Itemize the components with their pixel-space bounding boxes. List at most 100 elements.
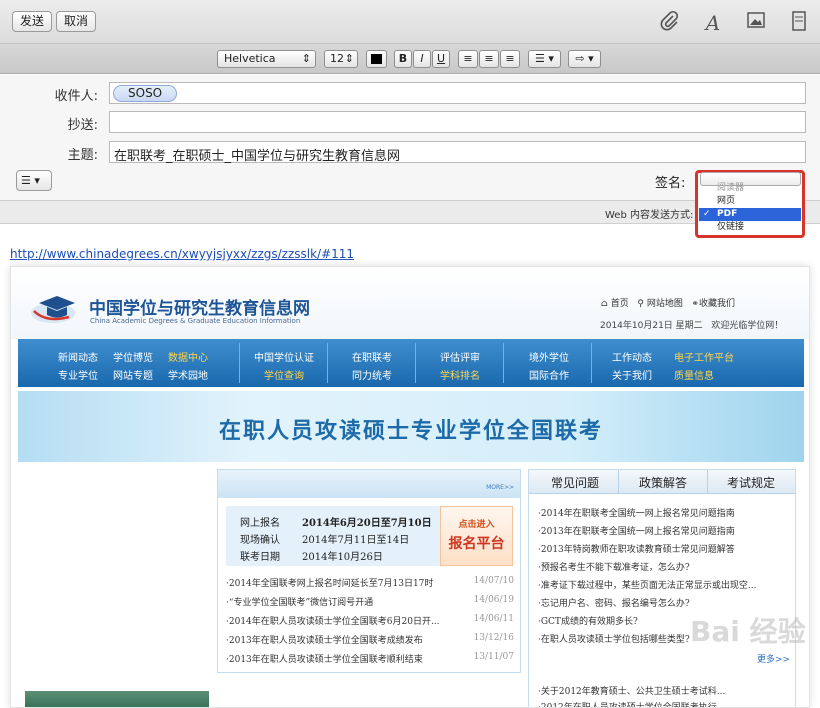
photo-icon[interactable]: [743, 10, 769, 36]
faq-box: 常见问题 政策解答 考试规定 ·2014年在职联考全国统一网上报名常见问题指南 …: [528, 469, 796, 707]
schedule-key: 网上报名: [240, 518, 280, 529]
faq-item[interactable]: ·预报名考生不能下载准考证，怎么办?: [538, 560, 690, 573]
header-options-button[interactable]: ☰ ▾: [16, 170, 52, 191]
schedule-value: 2014年6月20日至7月10日: [302, 518, 432, 529]
subject-value: 在职联考_在职硕士_中国学位与研究生教育信息网: [114, 149, 401, 164]
stationery-icon[interactable]: [786, 10, 812, 36]
compose-toolbar: 发送 取消 A: [0, 0, 820, 44]
page-url-link[interactable]: http://www.chinadegrees.cn/xwyyjsjyxx/zz…: [10, 247, 354, 261]
news-item[interactable]: ·2013年在职人员攻读硕士学位全国联考顺利结束 13/11/07: [226, 652, 514, 665]
more-link[interactable]: MORE>>: [486, 484, 514, 491]
schedule-value: 2014年7月11日至14日: [302, 535, 410, 546]
format-bar: Helvetica ⇕ 12 ⇕ B I U ≡ ≡ ≡ ☰ ▾ ⇨ ▾: [0, 44, 820, 74]
cancel-button[interactable]: 取消: [56, 11, 97, 32]
site-logo-title: 中国学位与研究生教育信息网: [89, 299, 310, 319]
align-center-button[interactable]: ≡: [479, 50, 499, 68]
bookmark-icon: ⚭: [691, 299, 699, 309]
site-header: 中国学位与研究生教育信息网 China Academic Degrees & G…: [11, 267, 809, 339]
faq-more-link[interactable]: 更多>>: [757, 652, 790, 665]
send-button[interactable]: 发送: [12, 11, 53, 32]
home-icon: ⌂: [601, 299, 608, 309]
align-left-button[interactable]: ≡: [458, 50, 478, 68]
schedule-value: 2014年10月26日: [302, 552, 383, 563]
checkmark-icon: ✓: [703, 209, 711, 219]
tab-rules[interactable]: 考试规定: [727, 474, 775, 491]
cc-label: 抄送:: [67, 118, 98, 133]
nav-item[interactable]: 评估评审: [440, 349, 480, 364]
nav-item[interactable]: 学术园地: [168, 367, 208, 382]
cc-field[interactable]: [109, 111, 806, 133]
faq-item[interactable]: ·2014年在职联考全国统一网上报名常见问题指南: [538, 506, 735, 519]
faq-item[interactable]: ·2012年在职人员攻读硕士学位全国联考执行...: [538, 700, 725, 707]
list-button[interactable]: ☰ ▾: [528, 50, 561, 68]
web-send-dropdown: 阅读器 网页 ✓ PDF 仅链接: [695, 170, 805, 238]
sitemap-icon: ⚲: [637, 299, 644, 309]
indent-button[interactable]: ⇨ ▾: [568, 50, 601, 68]
site-banner: 在职人员攻读硕士专业学位全国联考: [18, 391, 804, 462]
banner-title: 在职人员攻读硕士专业学位全国联考: [218, 418, 603, 444]
watermark-logo: Bai 经验: [690, 615, 806, 648]
align-right-button[interactable]: ≡: [500, 50, 520, 68]
dropdown-option-webpage[interactable]: 网页: [699, 195, 801, 208]
registration-box-header: MORE>>: [218, 470, 520, 498]
paperclip-icon[interactable]: [656, 10, 682, 36]
news-item[interactable]: ·2014年全国联考网上报名时间延长至7月13日17时 14/07/10: [226, 576, 514, 589]
news-item[interactable]: ·2014年在职人员攻读硕士学位全国联考6月20日开... 14/06/11: [226, 614, 514, 627]
dropdown-option-pdf[interactable]: ✓ PDF: [699, 208, 801, 221]
nav-item[interactable]: 学位博览: [113, 349, 153, 364]
faq-item[interactable]: ·关于2012年教育硕士、公共卫生硕士考试科...: [538, 684, 725, 697]
faq-item[interactable]: ·GCT成绩的有效期多长?: [538, 614, 638, 627]
dropdown-option-reader: 阅读器: [717, 183, 745, 193]
nav-item[interactable]: 学位查询: [264, 367, 304, 382]
dropdown-option-link-only[interactable]: 仅链接: [699, 221, 801, 234]
home-link[interactable]: 首页: [611, 299, 629, 309]
reg-button-line2: 报名平台: [448, 536, 505, 552]
font-icon[interactable]: A: [700, 10, 726, 36]
nav-item[interactable]: 在职联考: [352, 349, 392, 364]
faq-item[interactable]: ·2013年特岗教师在职攻读教育硕士常见问题解答: [538, 542, 735, 555]
to-label: 收件人:: [54, 89, 98, 104]
faq-item[interactable]: ·忘记用户名、密码、报名编号怎么办?: [538, 596, 690, 609]
registration-platform-button[interactable]: 点击进入 报名平台: [440, 506, 513, 566]
registration-schedule: 网上报名 2014年6月20日至7月10日 现场确认 2014年7月11日至14…: [226, 506, 442, 566]
faq-item[interactable]: ·2013年在职联考全国统一网上报名常见问题指南: [538, 524, 735, 537]
nav-item[interactable]: 网站专题: [113, 367, 153, 382]
tab-policy[interactable]: 政策解答: [639, 474, 687, 491]
italic-button[interactable]: I: [413, 50, 431, 68]
nav-item[interactable]: 数据中心: [168, 349, 208, 364]
sitemap-link[interactable]: 网站地图: [647, 299, 683, 309]
signature-label: 签名:: [655, 176, 686, 191]
nav-item[interactable]: 质量信息: [674, 367, 714, 382]
underline-button[interactable]: U: [432, 50, 450, 68]
bookmark-link[interactable]: 收藏我们: [699, 299, 735, 309]
text-color-button[interactable]: [366, 50, 387, 68]
tab-faq[interactable]: 常见问题: [551, 474, 599, 491]
nav-item[interactable]: 电子工作平台: [674, 349, 734, 364]
nav-item[interactable]: 关于我们: [612, 367, 652, 382]
nav-item[interactable]: 新闻动态: [58, 349, 98, 364]
schedule-key: 联考日期: [240, 552, 280, 563]
faq-item[interactable]: ·在职人员攻读硕士学位包括哪些类型?: [538, 632, 690, 645]
recipient-token[interactable]: SOSO: [113, 85, 178, 102]
nav-item[interactable]: 专业学位: [58, 367, 98, 382]
subject-field[interactable]: 在职联考_在职硕士_中国学位与研究生教育信息网: [109, 141, 806, 164]
nav-item[interactable]: 工作动态: [612, 349, 652, 364]
font-size-select[interactable]: 12 ⇕: [324, 50, 358, 68]
nav-item[interactable]: 同力统考: [352, 367, 392, 382]
nav-item[interactable]: 国际合作: [529, 367, 569, 382]
subject-label: 主题:: [67, 148, 98, 163]
faq-tabs: 常见问题 政策解答 考试规定: [529, 470, 795, 494]
site-nav: 新闻动态 学位博览 数据中心 专业学位 网站专题 学术园地 中国学位认证 学位查…: [18, 339, 804, 387]
news-item[interactable]: ·“专业学位全国联考”微信订阅号开通 14/06/19: [226, 595, 514, 608]
bold-button[interactable]: B: [394, 50, 412, 68]
web-send-label: Web 内容发送方式:: [605, 210, 694, 221]
to-field[interactable]: SOSO: [109, 82, 806, 104]
site-date: 2014年10月21日 星期二 欢迎光临学位网！: [600, 321, 784, 331]
font-family-select[interactable]: Helvetica ⇕: [217, 50, 316, 68]
news-item[interactable]: ·2013年在职人员攻读硕士学位全国联考成绩发布 13/12/16: [226, 633, 514, 646]
faq-item[interactable]: ·准考证下载过程中，某些页面无法正常显示或出现空...: [538, 578, 756, 591]
nav-item[interactable]: 境外学位: [529, 349, 569, 364]
reg-button-line1: 点击进入: [458, 520, 495, 530]
nav-item[interactable]: 中国学位认证: [254, 349, 314, 364]
nav-item[interactable]: 学科排名: [440, 367, 480, 382]
